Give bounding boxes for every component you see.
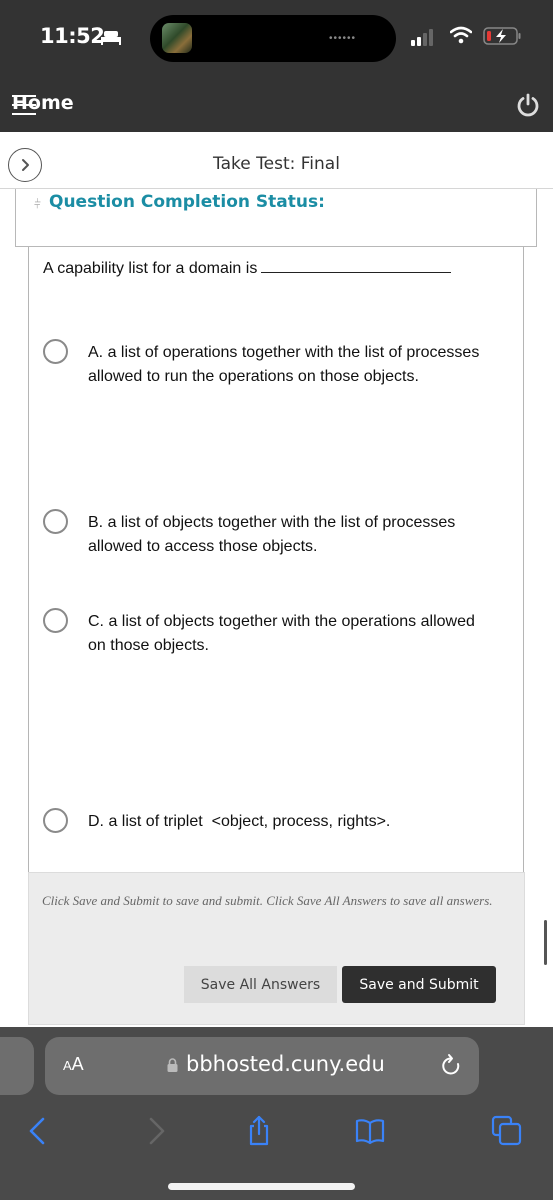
previous-tab-preview[interactable] xyxy=(0,1037,34,1095)
submit-area: Click Save and Submit to save and submit… xyxy=(28,872,525,1025)
option-label[interactable]: B. a list of objects together with the l… xyxy=(88,511,483,559)
answer-option-d[interactable]: D. a list of triplet <object, process, r… xyxy=(43,808,483,834)
forward-chevron-icon[interactable] xyxy=(140,1115,172,1147)
bed-icon xyxy=(101,31,121,45)
radio-button[interactable] xyxy=(43,509,68,534)
now-playing-artwork xyxy=(162,23,192,53)
back-chevron-icon[interactable] xyxy=(22,1115,54,1147)
save-and-submit-button[interactable]: Save and Submit xyxy=(342,966,496,1003)
address-bar[interactable]: AA bbhosted.cuny.edu xyxy=(45,1037,479,1095)
audio-waveform-icon: •••••• xyxy=(328,33,356,44)
text-size-button[interactable]: AA xyxy=(63,1054,84,1075)
battery-charging-low-icon xyxy=(483,27,521,45)
page-scrollbar[interactable] xyxy=(544,920,547,965)
dynamic-island: •••••• xyxy=(150,15,396,62)
radio-button[interactable] xyxy=(43,339,68,364)
answer-option-c[interactable]: C. a list of objects together with the o… xyxy=(43,608,483,658)
bookmarks-book-icon[interactable] xyxy=(354,1115,386,1147)
completion-status-label[interactable]: Question Completion Status: xyxy=(49,192,325,212)
status-time: 11:52 xyxy=(40,24,105,48)
title-bar: Take Test: Final xyxy=(0,132,553,189)
home-indicator[interactable] xyxy=(168,1183,355,1190)
radio-button[interactable] xyxy=(43,808,68,833)
question-box: A capability list for a domain is A. a l… xyxy=(28,247,524,872)
cellular-signal-icon xyxy=(411,29,433,46)
wifi-icon xyxy=(450,26,472,44)
reload-icon[interactable] xyxy=(439,1052,465,1080)
answer-option-b[interactable]: B. a list of objects together with the l… xyxy=(43,509,483,559)
lock-icon xyxy=(167,1058,178,1072)
question-text: A capability list for a domain is xyxy=(43,260,258,277)
browser-toolbar: AA bbhosted.cuny.edu xyxy=(0,1027,553,1200)
option-label[interactable]: A. a list of operations together with th… xyxy=(88,341,483,389)
share-icon[interactable] xyxy=(243,1115,275,1147)
option-label[interactable]: C. a list of objects together with the o… xyxy=(88,610,483,658)
double-chevron-down-icon[interactable]: ⫩ xyxy=(34,197,41,212)
answer-blank xyxy=(261,261,452,273)
page-title: Take Test: Final xyxy=(213,154,340,174)
radio-button[interactable] xyxy=(43,608,68,633)
submit-instructions: Click Save and Submit to save and submit… xyxy=(42,893,493,908)
home-link[interactable]: Home xyxy=(12,92,74,114)
save-all-answers-button[interactable]: Save All Answers xyxy=(184,966,337,1003)
tabs-icon[interactable] xyxy=(491,1115,523,1147)
question-prompt: A capability list for a domain is xyxy=(43,260,452,278)
url-text[interactable]: bbhosted.cuny.edu xyxy=(186,1052,385,1076)
question-completion-status-panel[interactable]: ⫩ Question Completion Status: xyxy=(15,189,537,247)
power-icon[interactable] xyxy=(515,92,541,118)
answer-option-a[interactable]: A. a list of operations together with th… xyxy=(43,339,483,389)
top-header: 11:52 •••••• Home xyxy=(0,0,553,132)
option-label[interactable]: D. a list of triplet <object, process, r… xyxy=(88,810,390,834)
